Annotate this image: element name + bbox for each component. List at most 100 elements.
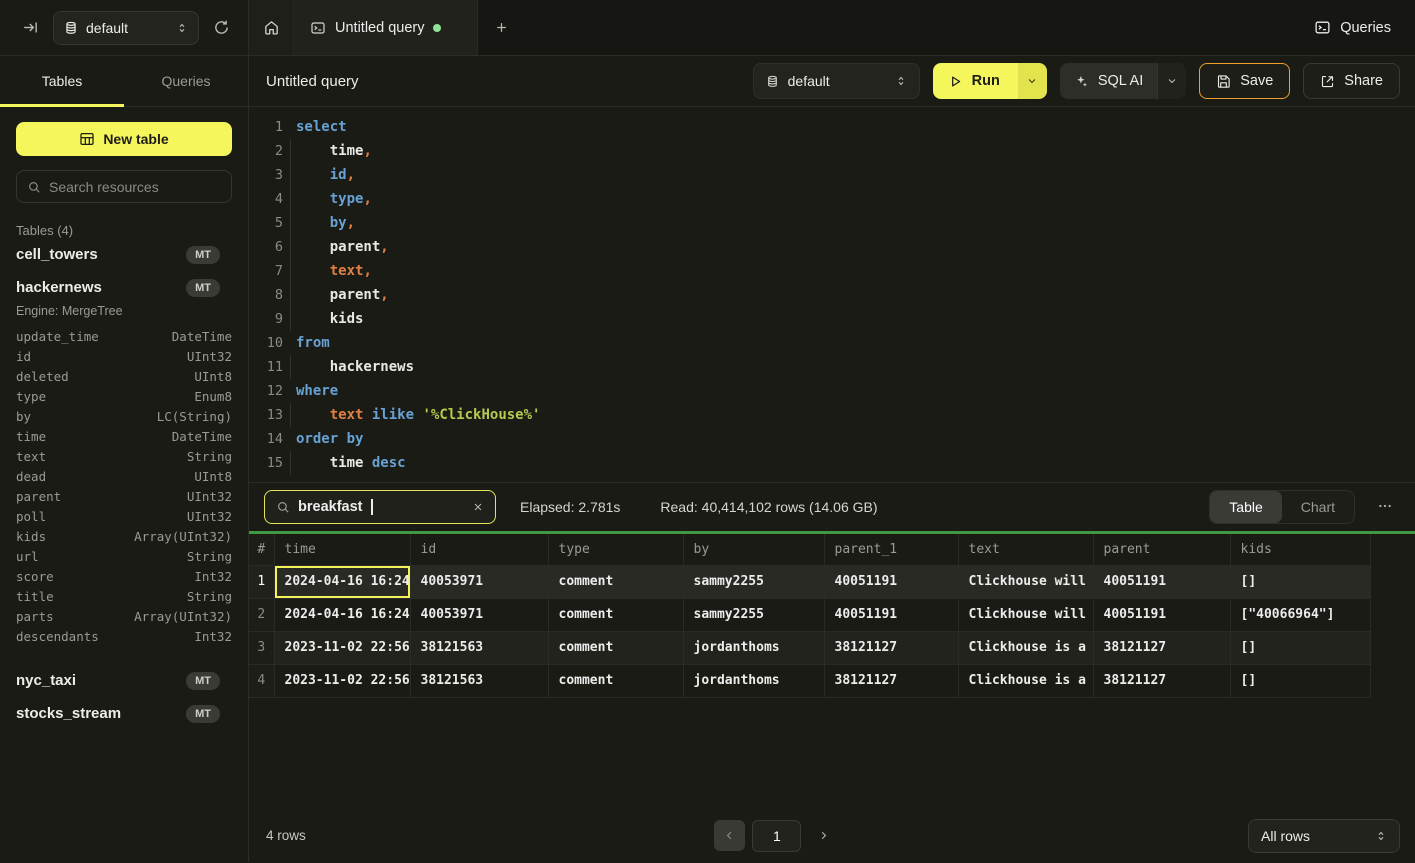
table-cell[interactable]: 40051191 <box>824 598 958 631</box>
table-cell[interactable]: jordanthoms <box>683 664 824 697</box>
queries-button[interactable]: Queries <box>1302 0 1415 55</box>
table-cell[interactable]: [] <box>1230 565 1370 598</box>
prev-page-button[interactable] <box>714 820 745 851</box>
schema-column-row[interactable]: typeEnum8 <box>16 386 232 406</box>
editor-line[interactable]: 12where <box>249 379 1415 403</box>
editor-line[interactable]: 6 parent, <box>249 235 1415 259</box>
toggle-table-view[interactable]: Table <box>1210 491 1281 523</box>
table-cell[interactable]: 40051191 <box>1093 565 1230 598</box>
new-table-button[interactable]: New table <box>16 122 232 156</box>
table-cell[interactable]: Clickhouse is a … <box>958 631 1093 664</box>
table-cell[interactable]: [] <box>1230 664 1370 697</box>
schema-column-row[interactable]: deadUInt8 <box>16 466 232 486</box>
table-cell[interactable]: 40051191 <box>1093 598 1230 631</box>
editor-line[interactable]: 9 kids <box>249 307 1415 331</box>
editor-line[interactable]: 15 time desc <box>249 451 1415 475</box>
table-cell[interactable]: 2023-11-02 22:56… <box>274 664 410 697</box>
refresh-button[interactable] <box>209 15 234 40</box>
database-selector[interactable]: default <box>53 11 199 45</box>
table-cell[interactable]: sammy2255 <box>683 565 824 598</box>
column-header[interactable]: text <box>958 534 1093 565</box>
tab-tables[interactable]: Tables <box>0 56 124 106</box>
editor-line[interactable]: 7 text, <box>249 259 1415 283</box>
new-tab-button[interactable] <box>478 0 524 55</box>
editor-line[interactable]: 11 hackernews <box>249 355 1415 379</box>
table-cell[interactable]: jordanthoms <box>683 631 824 664</box>
table-cell[interactable]: ["40066964"] <box>1230 598 1370 631</box>
table-cell[interactable]: comment <box>548 631 683 664</box>
editor-line[interactable]: 2 time, <box>249 139 1415 163</box>
sidebar-item-hackernews[interactable]: hackernews MT <box>16 271 232 304</box>
table-cell[interactable]: comment <box>548 565 683 598</box>
table-cell[interactable]: 2024-04-16 16:24… <box>274 565 410 598</box>
collapse-sidebar-button[interactable] <box>18 15 43 40</box>
editor-line[interactable]: 14order by <box>249 427 1415 451</box>
run-database-selector[interactable]: default <box>753 63 920 99</box>
home-tab[interactable] <box>249 0 294 55</box>
schema-column-row[interactable]: descendantsInt32 <box>16 626 232 646</box>
table-cell[interactable]: 2024-04-16 16:24… <box>274 598 410 631</box>
schema-column-row[interactable]: parentUInt32 <box>16 486 232 506</box>
column-header[interactable]: parent <box>1093 534 1230 565</box>
editor-line[interactable]: 13 text ilike '%ClickHouse%' <box>249 403 1415 427</box>
table-cell[interactable]: 38121127 <box>1093 664 1230 697</box>
table-cell[interactable]: 38121563 <box>410 664 548 697</box>
sql-editor[interactable]: 1select2 time,3 id,4 type,5 by,6 parent,… <box>249 107 1415 482</box>
row-number-cell[interactable]: 4 <box>249 664 274 697</box>
table-cell[interactable]: [] <box>1230 631 1370 664</box>
column-header[interactable]: id <box>410 534 548 565</box>
row-number-header[interactable]: # <box>249 534 274 565</box>
schema-column-row[interactable]: textString <box>16 446 232 466</box>
table-cell[interactable]: 40053971 <box>410 565 548 598</box>
run-button[interactable]: Run <box>933 63 1018 99</box>
sidebar-item-cell-towers[interactable]: cell_towers MT <box>16 238 232 271</box>
editor-line[interactable]: 5 by, <box>249 211 1415 235</box>
more-options-button[interactable] <box>1373 494 1397 521</box>
row-number-cell[interactable]: 2 <box>249 598 274 631</box>
schema-column-row[interactable]: update_timeDateTime <box>16 326 232 346</box>
clear-search-icon[interactable] <box>472 501 484 513</box>
resource-search[interactable] <box>16 170 232 203</box>
column-header[interactable]: parent_1 <box>824 534 958 565</box>
tab-queries[interactable]: Queries <box>124 56 248 106</box>
schema-column-row[interactable]: kidsArray(UInt32) <box>16 526 232 546</box>
table-cell[interactable]: 2023-11-02 22:56… <box>274 631 410 664</box>
schema-column-row[interactable]: idUInt32 <box>16 346 232 366</box>
editor-line[interactable]: 1select <box>249 115 1415 139</box>
column-header[interactable]: kids <box>1230 534 1370 565</box>
schema-column-row[interactable]: pollUInt32 <box>16 506 232 526</box>
table-cell[interactable]: 38121127 <box>824 631 958 664</box>
results-search[interactable]: breakfast <box>264 490 496 524</box>
sql-ai-button[interactable]: SQL AI <box>1060 63 1157 99</box>
resource-search-input[interactable] <box>49 179 230 195</box>
schema-column-row[interactable]: partsArray(UInt32) <box>16 606 232 626</box>
table-cell[interactable]: 38121563 <box>410 631 548 664</box>
schema-column-row[interactable]: deletedUInt8 <box>16 366 232 386</box>
run-options-button[interactable] <box>1018 63 1047 99</box>
table-cell[interactable]: Clickhouse will … <box>958 598 1093 631</box>
sidebar-item-stocks-stream[interactable]: stocks_stream MT <box>16 697 232 730</box>
column-header[interactable]: type <box>548 534 683 565</box>
sidebar-item-nyc-taxi[interactable]: nyc_taxi MT <box>16 664 232 697</box>
table-cell[interactable]: 40053971 <box>410 598 548 631</box>
table-cell[interactable]: comment <box>548 664 683 697</box>
table-cell[interactable]: Clickhouse will … <box>958 565 1093 598</box>
table-cell[interactable]: Clickhouse is a … <box>958 664 1093 697</box>
editor-line[interactable]: 4 type, <box>249 187 1415 211</box>
row-number-cell[interactable]: 3 <box>249 631 274 664</box>
schema-column-row[interactable]: titleString <box>16 586 232 606</box>
table-cell[interactable]: 38121127 <box>824 664 958 697</box>
schema-column-row[interactable]: timeDateTime <box>16 426 232 446</box>
schema-column-row[interactable]: scoreInt32 <box>16 566 232 586</box>
next-page-button[interactable] <box>808 820 839 851</box>
query-tab[interactable]: Untitled query <box>294 0 478 55</box>
editor-line[interactable]: 10from <box>249 331 1415 355</box>
column-header[interactable]: by <box>683 534 824 565</box>
share-button[interactable]: Share <box>1303 63 1400 99</box>
column-header[interactable]: time <box>274 534 410 565</box>
schema-column-row[interactable]: urlString <box>16 546 232 566</box>
table-cell[interactable]: 40051191 <box>824 565 958 598</box>
schema-column-row[interactable]: byLC(String) <box>16 406 232 426</box>
toggle-chart-view[interactable]: Chart <box>1282 491 1354 523</box>
editor-line[interactable]: 8 parent, <box>249 283 1415 307</box>
